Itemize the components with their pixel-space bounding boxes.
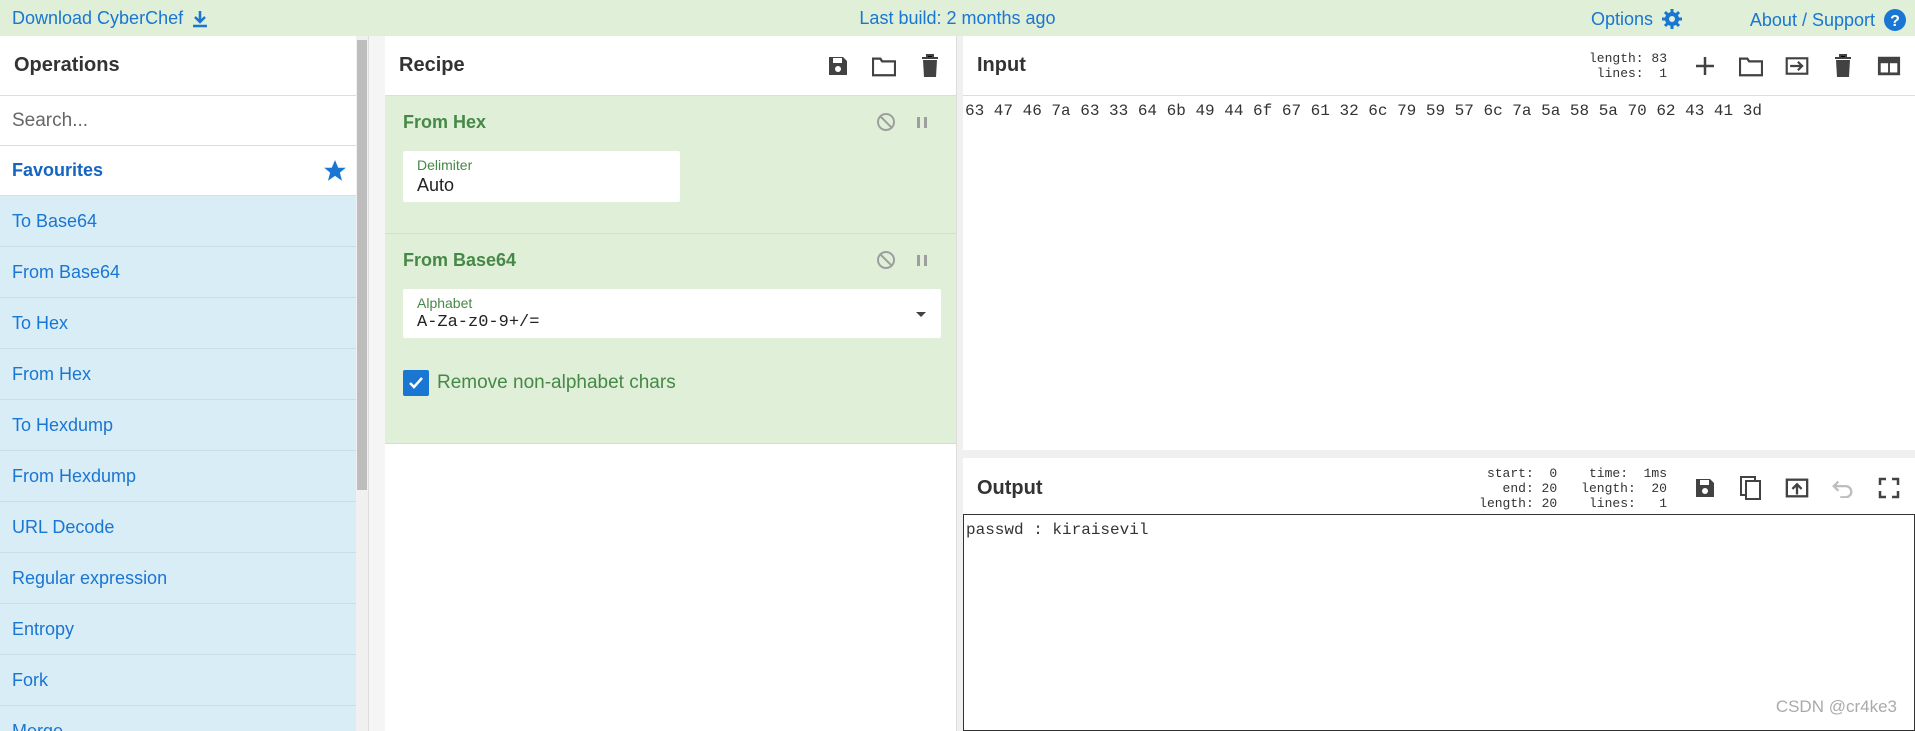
field-value: Auto — [417, 175, 455, 195]
operation-item[interactable]: From Hexdump — [0, 451, 368, 502]
checkbox-checked[interactable] — [403, 370, 429, 396]
chevron-down-icon[interactable] — [915, 311, 927, 319]
about-support-link[interactable]: About / Support ? — [1750, 8, 1907, 32]
maximise-output-button[interactable] — [1877, 476, 1901, 500]
input-arrow-icon — [1785, 56, 1809, 75]
trash-icon — [922, 53, 938, 77]
recipe-panel: Recipe From Hex Delimiter Auto From Base… — [385, 36, 957, 731]
clear-input-button[interactable] — [1831, 53, 1855, 78]
trash-icon — [1835, 53, 1851, 77]
recipe-step-from-base64[interactable]: From Base64 Alphabet A-Za-z0-9+/= Remove… — [385, 234, 956, 444]
pause-icon[interactable] — [912, 250, 932, 270]
copy-output-button[interactable] — [1739, 476, 1763, 500]
field-value: A-Za-z0-9+/= — [417, 313, 540, 332]
checkmark-icon — [409, 377, 423, 389]
options-link[interactable]: Options — [1591, 8, 1683, 30]
operation-item[interactable]: From Hex — [0, 349, 368, 400]
layout-icon — [1877, 56, 1901, 75]
pause-icon[interactable] — [912, 112, 932, 132]
save-icon — [1696, 479, 1714, 497]
add-tab-button[interactable] — [1693, 54, 1717, 78]
search-input[interactable] — [12, 109, 356, 132]
operations-scrollbar[interactable] — [356, 36, 368, 731]
help-icon: ? — [1884, 9, 1906, 31]
disable-icon[interactable] — [876, 250, 896, 270]
operations-panel: Operations Favourites To Base64 From Bas… — [0, 36, 369, 731]
operation-item[interactable]: Regular expression — [0, 553, 368, 604]
top-banner: Download CyberChef Last build: 2 months … — [0, 0, 1915, 36]
fullscreen-icon — [1878, 477, 1900, 499]
open-folder-button[interactable] — [1785, 54, 1809, 78]
input-panel: Input length: 83 lines: 1 63 47 46 7a 63… — [963, 36, 1915, 450]
operation-item[interactable]: To Hex — [0, 298, 368, 349]
undo-icon — [1832, 480, 1853, 498]
favourites-category[interactable]: Favourites — [0, 146, 368, 196]
search-box — [0, 96, 368, 146]
input-title: Input — [977, 54, 1026, 76]
reset-layout-button[interactable] — [1877, 54, 1901, 78]
folder-icon — [1739, 56, 1763, 76]
output-time-stats: time: 1ms length: 20 lines: 1 — [1581, 465, 1667, 511]
folder-icon — [872, 56, 896, 76]
copy-icon — [1740, 476, 1761, 500]
operation-item[interactable]: To Base64 — [0, 196, 368, 247]
step-name: From Base64 — [403, 250, 517, 270]
operation-item[interactable]: URL Decode — [0, 502, 368, 553]
open-file-button[interactable] — [1739, 54, 1763, 78]
operation-item[interactable]: To Hexdump — [0, 400, 368, 451]
checkbox-label: Remove non-alphabet chars — [437, 372, 676, 393]
delimiter-field[interactable]: Delimiter Auto — [403, 151, 680, 202]
output-panel: Output start: 0 end: 20 length: 20 time:… — [963, 458, 1915, 731]
options-label: Options — [1590, 8, 1653, 29]
input-stats: length: 83 lines: 1 — [1588, 50, 1667, 81]
watermark: CSDN @cr4ke3 — [1775, 697, 1897, 716]
plus-icon — [1696, 56, 1714, 75]
field-label: Delimiter — [417, 157, 473, 173]
output-position-stats: start: 0 end: 20 length: 20 — [1479, 465, 1558, 511]
save-output-button[interactable] — [1693, 476, 1717, 500]
disable-icon[interactable] — [876, 112, 896, 132]
output-title: Output — [977, 476, 1043, 499]
output-box[interactable]: passwd : kiraisevil — [963, 514, 1915, 731]
download-icon — [193, 10, 208, 27]
star-icon — [324, 159, 346, 181]
load-recipe-button[interactable] — [872, 54, 896, 78]
svg-text:?: ? — [1890, 13, 1900, 30]
recipe-title: Recipe — [399, 54, 465, 76]
alphabet-field[interactable]: Alphabet A-Za-z0-9+/= — [403, 289, 941, 338]
ops-recipe-splitter[interactable] — [369, 36, 385, 731]
field-label: Alphabet — [417, 295, 473, 311]
input-output-splitter[interactable] — [963, 450, 1915, 458]
recipe-step-from-hex[interactable]: From Hex Delimiter Auto — [385, 96, 956, 234]
open-in-new-icon — [1785, 478, 1809, 498]
output-text[interactable]: passwd : kiraisevil — [964, 515, 1914, 545]
clear-recipe-button[interactable] — [918, 53, 942, 78]
operation-item[interactable]: Entropy — [0, 604, 368, 655]
about-label: About / Support — [1749, 9, 1875, 30]
operation-list: To Base64 From Base64 To Hex From Hex To… — [0, 196, 368, 731]
save-recipe-button[interactable] — [826, 54, 850, 78]
scrollbar-thumb[interactable] — [357, 40, 367, 490]
operation-item[interactable]: From Base64 — [0, 247, 368, 298]
download-link[interactable]: Download CyberChef — [12, 8, 209, 29]
replace-input-button[interactable] — [1785, 476, 1809, 500]
step-name: From Hex — [403, 112, 487, 132]
save-icon — [829, 56, 847, 75]
favourites-label: Favourites — [12, 160, 104, 180]
last-build-link[interactable]: Last build: 2 months ago — [859, 8, 1055, 28]
operations-title: Operations — [0, 36, 368, 96]
input-textarea[interactable]: 63 47 46 7a 63 33 64 6b 49 44 6f 67 61 3… — [963, 96, 1915, 126]
undo-button[interactable] — [1831, 476, 1855, 500]
gear-icon — [1662, 9, 1682, 29]
operation-item[interactable]: Merge — [0, 706, 368, 731]
operation-item[interactable]: Fork — [0, 655, 368, 706]
remove-non-alphabet-checkbox[interactable]: Remove non-alphabet chars — [403, 370, 938, 396]
download-label: Download CyberChef — [12, 8, 184, 28]
